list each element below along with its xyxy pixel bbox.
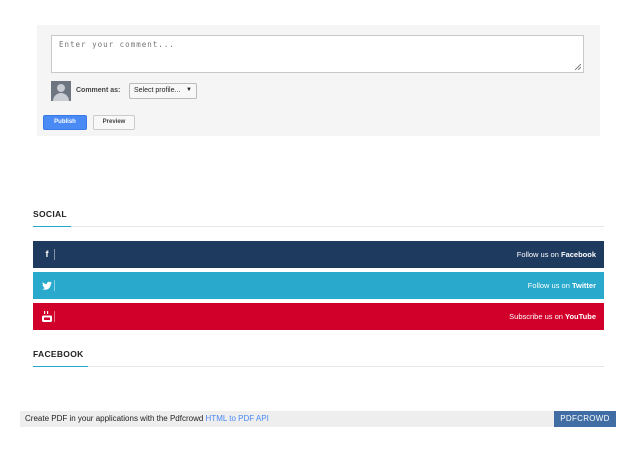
avatar: [51, 81, 71, 101]
comment-as-label: Comment as:: [76, 87, 121, 94]
profile-select-value: Select profile...: [134, 87, 181, 94]
comment-form: Comment as: Select profile... ▼ Publish …: [37, 25, 600, 136]
social-divider-accent: [33, 226, 71, 227]
comment-input-wrapper: [51, 35, 584, 73]
resize-grip-icon[interactable]: [575, 64, 581, 70]
icon-separator: [54, 311, 55, 322]
publish-button[interactable]: Publish: [43, 115, 87, 130]
social-link-twitter[interactable]: Follow us on Twitter: [33, 272, 604, 299]
html-to-pdf-api-link[interactable]: HTML to PDF API: [206, 414, 269, 423]
pdfcrowd-footer: Create PDF in your applications with the…: [20, 411, 616, 427]
social-link-facebook[interactable]: f Follow us on Facebook: [33, 241, 604, 268]
social-link-label: Follow us on Twitter: [527, 281, 596, 290]
avatar-head: [57, 84, 65, 92]
preview-button[interactable]: Preview: [93, 115, 135, 130]
social-divider: [33, 226, 604, 227]
footer-text: Create PDF in your applications with the…: [25, 414, 269, 423]
icon-separator: [54, 249, 55, 260]
comment-input[interactable]: [52, 36, 583, 72]
avatar-body: [53, 93, 69, 101]
social-heading: SOCIAL: [33, 209, 67, 219]
facebook-divider-accent: [33, 366, 88, 367]
facebook-divider: [33, 366, 604, 367]
twitter-icon: [42, 281, 52, 290]
social-link-label: Subscribe us on YouTube: [509, 312, 596, 321]
facebook-icon: f: [45, 249, 49, 259]
youtube-icon: [42, 311, 52, 322]
icon-separator: [54, 280, 55, 291]
profile-select[interactable]: Select profile... ▼: [129, 83, 197, 99]
social-link-label: Follow us on Facebook: [516, 250, 596, 259]
caret-down-icon: ▼: [186, 87, 192, 93]
social-link-youtube[interactable]: Subscribe us on YouTube: [33, 303, 604, 330]
facebook-heading: FACEBOOK: [33, 349, 84, 359]
pdfcrowd-badge[interactable]: PDFCROWD: [554, 411, 616, 427]
